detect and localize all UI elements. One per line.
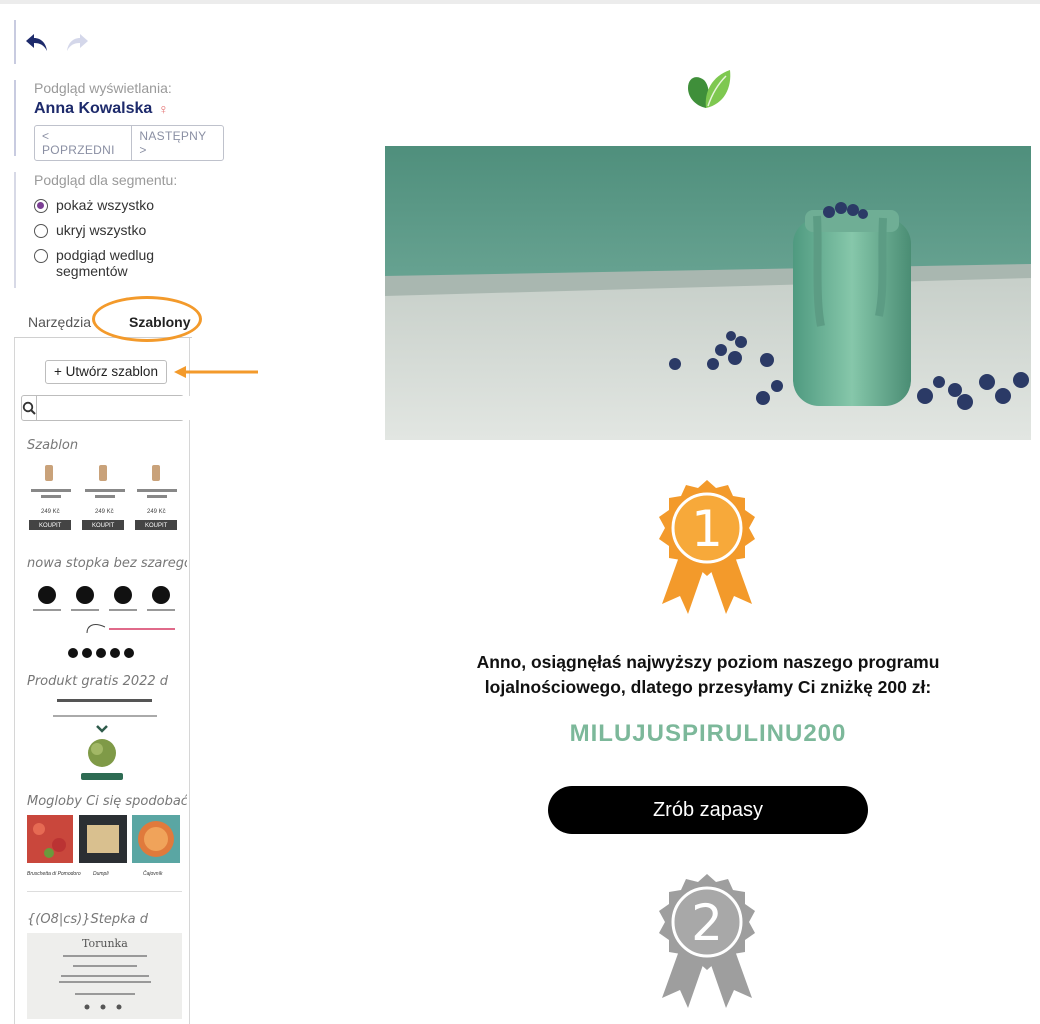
promo-line-2: lojalnościowego, dlatego przesyłamy Ci z… [484, 677, 932, 697]
template-button-label: KOUPIT [92, 523, 115, 529]
medal-silver-icon: 2 [659, 874, 755, 1008]
template-price: 249 Kč [41, 509, 60, 515]
template-search [21, 395, 221, 421]
preview-label: Podgląd wyświetlania: [34, 80, 172, 96]
template-button-label: KOUPIT [39, 523, 62, 529]
template-thumbnail [33, 586, 175, 658]
template-caption: Bruschetta di Pomodoro [27, 871, 81, 877]
editor-sidebar: Podgląd wyświetlania: Anna Kowalska ♀ < … [0, 0, 258, 1024]
template-thumbnail: Bruschetta di Pomodoro Dumpli Čajovník [27, 815, 182, 892]
medal-number: 1 [691, 500, 723, 558]
template-brand: Torunka [82, 937, 128, 950]
promo-line-1: Anno, osiągnęłaś najwyższy poziom naszeg… [476, 652, 940, 672]
medal-number: 2 [691, 894, 723, 952]
template-price: 249 Kč [147, 509, 166, 515]
template-caption: Čajovník [143, 870, 163, 877]
segment-option-label: pokaż wszystko [56, 197, 155, 213]
segment-option-by-segment[interactable]: podgiąd wedlug segmentów [34, 247, 194, 279]
segment-option-label: ukryj wszystko [56, 222, 147, 238]
template-item[interactable]: {(O8|cs)}Stepka d Torunka [27, 912, 187, 1024]
templates-panel: + Utwórz szablon Szablon 249 Kč 249 Kč 2… [14, 338, 221, 1024]
radio[interactable] [34, 249, 48, 263]
stock-up-button[interactable]: Zrób zapasy [548, 786, 868, 834]
segment-option-hide-all[interactable]: ukryj wszystko [34, 222, 194, 238]
template-title: nowa stopka bez szarego d [27, 556, 187, 571]
template-item[interactable]: nowa stopka bez szarego d [27, 556, 187, 664]
redo-icon[interactable] [64, 31, 90, 53]
template-price: 249 Kč [95, 509, 114, 515]
template-button-label: KOUPIT [145, 523, 168, 529]
template-item[interactable]: Produkt gratis 2022 d [27, 674, 187, 792]
recipient-name: Anna Kowalska [34, 100, 153, 117]
hero-image [385, 146, 1031, 440]
leaf-logo-icon [688, 70, 731, 108]
template-item[interactable]: Szablon 249 Kč 249 Kč 249 Kč KOUPIT KOUP… [27, 438, 187, 544]
create-template-button[interactable]: + Utwórz szablon [45, 360, 167, 384]
template-title: Mogloby Ci się spodobać d [27, 794, 187, 809]
radio[interactable] [34, 224, 48, 238]
template-thumbnail: 249 Kč 249 Kč 249 Kč KOUPIT KOUPIT KOUPI… [29, 465, 177, 530]
discount-code: MILUJUSPIRULINU200 [569, 720, 847, 747]
segment-option-label: podgiąd wedlug segmentów [56, 247, 155, 279]
template-title: Szablon [27, 438, 79, 453]
history-toolbar [14, 20, 90, 64]
template-thumbnail [53, 699, 157, 780]
template-thumbnail: Torunka [27, 933, 182, 1019]
medal-gold-icon: 1 [659, 480, 755, 614]
template-title: {(O8|cs)}Stepka d [27, 912, 148, 927]
template-title: Produkt gratis 2022 d [27, 674, 169, 689]
template-caption: Dumpli [93, 871, 109, 877]
person-icon: ♀ [158, 101, 169, 117]
arrow-pointer-icon [174, 366, 258, 378]
templates-tab-highlight [92, 296, 202, 342]
undo-icon[interactable] [24, 31, 50, 53]
recipient-name-row: Anna Kowalska ♀ [34, 100, 224, 118]
segment-preview: Podgląd dla segmentu: pokaż wszystko ukr… [14, 172, 194, 288]
radio-selected[interactable] [34, 199, 48, 213]
previous-button[interactable]: < POPRZEDNI [35, 126, 131, 160]
segment-label: Podgląd dla segmentu: [34, 172, 178, 188]
promo-message: Anno, osiągnęłaś najwyższy poziom naszeg… [385, 650, 1031, 700]
next-button[interactable]: NASTĘPNY > [131, 126, 223, 160]
search-icon[interactable] [22, 396, 37, 420]
preview-recipient: Podgląd wyświetlania: Anna Kowalska ♀ < … [14, 80, 224, 161]
recipient-pager: < POPRZEDNI NASTĘPNY > [34, 125, 224, 161]
segment-option-show-all[interactable]: pokaż wszystko [34, 197, 194, 213]
search-input[interactable] [37, 396, 221, 420]
template-item[interactable]: Mogloby Ci się spodobać d Bruschetta di … [27, 794, 187, 900]
